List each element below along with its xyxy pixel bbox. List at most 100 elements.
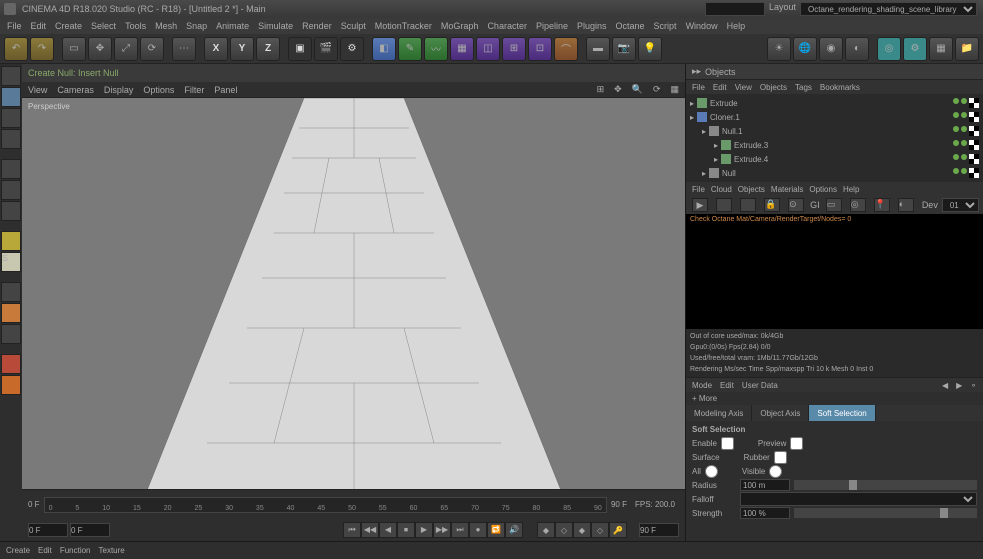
tab-soft-selection[interactable]: Soft Selection <box>809 405 875 421</box>
render-view[interactable]: Check Octane Mat/Camera/RenderTarget/Nod… <box>686 214 983 329</box>
menu-plugins[interactable]: Plugins <box>574 21 610 31</box>
mat-menu-edit[interactable]: Edit <box>38 546 52 555</box>
pen-button[interactable]: ✎ <box>398 37 422 61</box>
obj-row-extrude-3[interactable]: ▸Extrude.3 <box>690 138 979 152</box>
playback-btn[interactable]: ● <box>469 522 487 538</box>
menu-mesh[interactable]: Mesh <box>152 21 180 31</box>
octane-set-button[interactable]: ⚙ <box>903 37 927 61</box>
menu-character[interactable]: Character <box>484 21 530 31</box>
mat-menu-function[interactable]: Function <box>60 546 91 555</box>
timeline[interactable]: 0 F 051015202530354045505560657075808590… <box>22 489 685 519</box>
edges-mode-button[interactable] <box>1 180 21 200</box>
make-editable-button[interactable] <box>1 66 21 86</box>
playback-btn[interactable]: ◀◀ <box>361 522 379 538</box>
tab-modeling-axis[interactable]: Modeling Axis <box>686 405 752 421</box>
world-button[interactable]: 🌐 <box>793 37 817 61</box>
keyframe-btn[interactable]: ◇ <box>555 522 573 538</box>
obj-menu-tags[interactable]: Tags <box>795 83 812 92</box>
viewport-canvas[interactable]: Perspective <box>22 98 685 489</box>
light-button[interactable]: 💡 <box>638 37 662 61</box>
rend-menu-materials[interactable]: Materials <box>771 185 803 194</box>
device-select[interactable]: 01 <box>942 198 979 212</box>
octane-button[interactable]: ◎ <box>877 37 901 61</box>
menu-help[interactable]: Help <box>724 21 749 31</box>
layout-select[interactable]: Octane_rendering_shading_scene_library <box>800 2 977 16</box>
viewport-solo-button[interactable]: S <box>1 252 21 272</box>
frame-cur-input[interactable] <box>70 523 110 537</box>
radius-input[interactable] <box>740 479 790 491</box>
preview-checkbox[interactable] <box>790 437 803 450</box>
sphere-button[interactable]: ◉ <box>819 37 843 61</box>
playback-btn[interactable]: 🔊 <box>505 522 523 538</box>
menu-pipeline[interactable]: Pipeline <box>533 21 571 31</box>
menu-render[interactable]: Render <box>299 21 335 31</box>
falloff-select[interactable] <box>740 492 977 506</box>
vp-menu-filter[interactable]: Filter <box>184 85 204 95</box>
render-tag-button[interactable]: 📍 <box>874 198 890 212</box>
all-radio[interactable] <box>705 465 718 478</box>
y-axis-toggle[interactable]: Y <box>230 37 254 61</box>
menu-window[interactable]: Window <box>683 21 721 31</box>
polygons-mode-button[interactable] <box>1 201 21 221</box>
model-mode-button[interactable] <box>1 87 21 107</box>
z-axis-toggle[interactable]: Z <box>256 37 280 61</box>
redo-button[interactable]: ↷ <box>30 37 54 61</box>
workplane-button[interactable] <box>1 129 21 149</box>
mat-menu-create[interactable]: Create <box>6 546 30 555</box>
menu-motiontracker[interactable]: MotionTracker <box>372 21 435 31</box>
cloner-button[interactable]: ⊡ <box>528 37 552 61</box>
rend-menu-options[interactable]: Options <box>809 185 837 194</box>
vp-menu-display[interactable]: Display <box>104 85 134 95</box>
vp-rotate-icon[interactable]: ⟳ <box>653 84 661 95</box>
rubber-checkbox[interactable] <box>774 451 787 464</box>
vp-pan-icon[interactable]: ✥ <box>614 84 622 95</box>
menu-file[interactable]: File <box>4 21 25 31</box>
mat-menu-texture[interactable]: Texture <box>99 546 125 555</box>
attr-menu-edit[interactable]: Edit <box>720 381 734 390</box>
obj-menu-objects[interactable]: Objects <box>760 83 787 92</box>
extrude-gen-button[interactable]: ◫ <box>476 37 500 61</box>
radius-slider[interactable] <box>794 480 977 490</box>
keyframe-btn[interactable]: ◆ <box>537 522 555 538</box>
attr-menu-user-data[interactable]: User Data <box>742 381 778 390</box>
rotate-button[interactable]: ⟳ <box>140 37 164 61</box>
frame-start-input[interactable] <box>28 523 68 537</box>
subdivision-button[interactable]: ▦ <box>450 37 474 61</box>
floor-button[interactable]: ▬ <box>586 37 610 61</box>
menu-tools[interactable]: Tools <box>122 21 149 31</box>
red-layer-button[interactable] <box>1 354 21 374</box>
playback-btn[interactable]: ⏭ <box>451 522 469 538</box>
octane-mat-button[interactable]: ▦ <box>929 37 953 61</box>
cube-primitive-button[interactable]: ◧ <box>372 37 396 61</box>
keyframe-btn[interactable]: 🔑 <box>609 522 627 538</box>
render-play-button[interactable]: ▶ <box>692 198 708 212</box>
playback-btn[interactable]: ⏹ <box>397 522 415 538</box>
menu-octane[interactable]: Octane <box>613 21 648 31</box>
attr-menu-mode[interactable]: Mode <box>692 381 712 390</box>
spline-button[interactable]: 〰 <box>424 37 448 61</box>
scale-button[interactable]: ⤢ <box>114 37 138 61</box>
menu-sculpt[interactable]: Sculpt <box>338 21 369 31</box>
obj-menu-file[interactable]: File <box>692 83 705 92</box>
orange-layer-button[interactable] <box>1 375 21 395</box>
obj-menu-view[interactable]: View <box>735 83 752 92</box>
rend-menu-cloud[interactable]: Cloud <box>711 185 732 194</box>
rend-menu-file[interactable]: File <box>692 185 705 194</box>
obj-menu-bookmarks[interactable]: Bookmarks <box>820 83 860 92</box>
render-stop-button[interactable] <box>716 198 732 212</box>
enable-checkbox[interactable] <box>721 437 734 450</box>
menu-animate[interactable]: Animate <box>213 21 252 31</box>
menu-snap[interactable]: Snap <box>183 21 210 31</box>
frame-end-input[interactable] <box>639 523 679 537</box>
playback-btn[interactable]: ▶ <box>415 522 433 538</box>
render-focus-button[interactable]: ◎ <box>850 198 866 212</box>
render-lock-button[interactable]: 🔒 <box>764 198 780 212</box>
keyframe-btn[interactable]: ◇ <box>591 522 609 538</box>
render-view-button[interactable]: ▣ <box>288 37 312 61</box>
vp-menu-options[interactable]: Options <box>143 85 174 95</box>
sky-button[interactable]: ◐ <box>845 37 869 61</box>
obj-row-null[interactable]: ▸Null <box>690 166 979 180</box>
strength-slider[interactable] <box>794 508 977 518</box>
obj-row-extrude-4[interactable]: ▸Extrude.4 <box>690 152 979 166</box>
vp-zoom-icon[interactable]: 🔍 <box>632 84 643 95</box>
